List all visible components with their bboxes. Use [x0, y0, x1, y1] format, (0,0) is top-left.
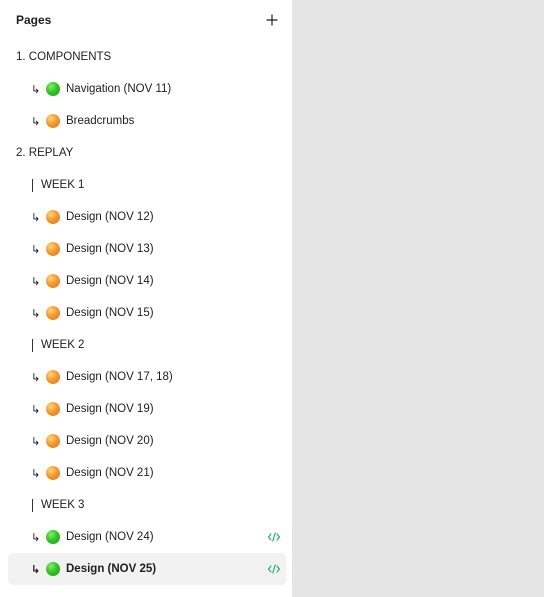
- group-divider-bar: [32, 338, 33, 352]
- page-row[interactable]: ↳ Design (NOV 15): [8, 297, 286, 329]
- page-row[interactable]: ↳ Design (NOV 20): [8, 425, 286, 457]
- page-row[interactable]: ↳ Breadcrumbs: [8, 105, 286, 137]
- orange-circle-icon: [46, 402, 60, 416]
- page-label: WEEK 3: [41, 499, 85, 511]
- page-label: Design (NOV 13): [66, 243, 154, 255]
- page-row-selected[interactable]: ↳ Design (NOV 25): [8, 553, 286, 585]
- page-label: Design (NOV 15): [66, 307, 154, 319]
- page-row[interactable]: ↳ Design (NOV 14): [8, 265, 286, 297]
- orange-circle-icon: [46, 466, 60, 480]
- page-list: 1. COMPONENTS ↳ Navigation (NOV 11) ↳ Breadc…: [8, 41, 286, 585]
- page-row[interactable]: ↳ Design (NOV 24): [8, 521, 286, 553]
- orange-circle-icon: [46, 306, 60, 320]
- page-section-row[interactable]: 1. COMPONENTS: [8, 41, 286, 73]
- page-label: Design (NOV 17, 18): [66, 371, 173, 383]
- sub-page-arrow: ↳: [31, 402, 41, 416]
- page-row[interactable]: ↳ Design (NOV 19): [8, 393, 286, 425]
- green-circle-icon: [46, 530, 60, 544]
- page-label: Design (NOV 21): [66, 467, 154, 479]
- plus-icon: [266, 14, 278, 26]
- page-label: Design (NOV 14): [66, 275, 154, 287]
- page-label: Breadcrumbs: [66, 115, 135, 127]
- sub-page-arrow: ↳: [31, 210, 41, 224]
- orange-circle-icon: [46, 274, 60, 288]
- pages-panel: Pages 1. COMPONENTS ↳ Navigation (NOV 11) ↳…: [0, 0, 293, 597]
- page-label: Design (NOV 19): [66, 403, 154, 415]
- page-label: 2. REPLAY: [16, 147, 74, 159]
- orange-circle-icon: [46, 242, 60, 256]
- pages-title: Pages: [16, 13, 52, 27]
- code-icon[interactable]: [267, 562, 281, 576]
- sub-page-arrow: ↳: [31, 242, 41, 256]
- page-label: Design (NOV 20): [66, 435, 154, 447]
- page-label: Design (NOV 12): [66, 211, 154, 223]
- code-icon[interactable]: [267, 530, 281, 544]
- add-page-button[interactable]: [262, 10, 282, 30]
- page-group-row[interactable]: WEEK 2: [8, 329, 286, 361]
- orange-circle-icon: [46, 434, 60, 448]
- page-group-row[interactable]: WEEK 3: [8, 489, 286, 521]
- sub-page-arrow: ↳: [31, 274, 41, 288]
- page-label: Navigation (NOV 11): [66, 83, 172, 95]
- page-label: Design (NOV 24): [66, 531, 154, 543]
- sub-page-arrow: ↳: [31, 530, 41, 544]
- page-label: WEEK 2: [41, 339, 85, 351]
- sub-page-arrow: ↳: [31, 466, 41, 480]
- page-label: Design (NOV 25): [66, 563, 157, 575]
- sub-page-arrow: ↳: [31, 82, 41, 96]
- page-section-row[interactable]: 2. REPLAY: [8, 137, 286, 169]
- group-divider-bar: [32, 178, 33, 192]
- page-row[interactable]: ↳ Navigation (NOV 11): [8, 73, 286, 105]
- canvas-area[interactable]: [294, 0, 544, 597]
- page-group-row[interactable]: WEEK 1: [8, 169, 286, 201]
- orange-circle-icon: [46, 114, 60, 128]
- sub-page-arrow: ↳: [31, 562, 41, 576]
- green-circle-icon: [46, 562, 60, 576]
- sub-page-arrow: ↳: [31, 114, 41, 128]
- sub-page-arrow: ↳: [31, 306, 41, 320]
- sub-page-arrow: ↳: [31, 370, 41, 384]
- page-row[interactable]: ↳ Design (NOV 17, 18): [8, 361, 286, 393]
- page-row[interactable]: ↳ Design (NOV 12): [8, 201, 286, 233]
- group-divider-bar: [32, 498, 33, 512]
- page-label: 1. COMPONENTS: [16, 51, 112, 63]
- pages-header: Pages: [0, 0, 293, 40]
- sub-page-arrow: ↳: [31, 434, 41, 448]
- green-circle-icon: [46, 82, 60, 96]
- orange-circle-icon: [46, 210, 60, 224]
- page-row[interactable]: ↳ Design (NOV 13): [8, 233, 286, 265]
- page-label: WEEK 1: [41, 179, 85, 191]
- orange-circle-icon: [46, 370, 60, 384]
- page-row[interactable]: ↳ Design (NOV 21): [8, 457, 286, 489]
